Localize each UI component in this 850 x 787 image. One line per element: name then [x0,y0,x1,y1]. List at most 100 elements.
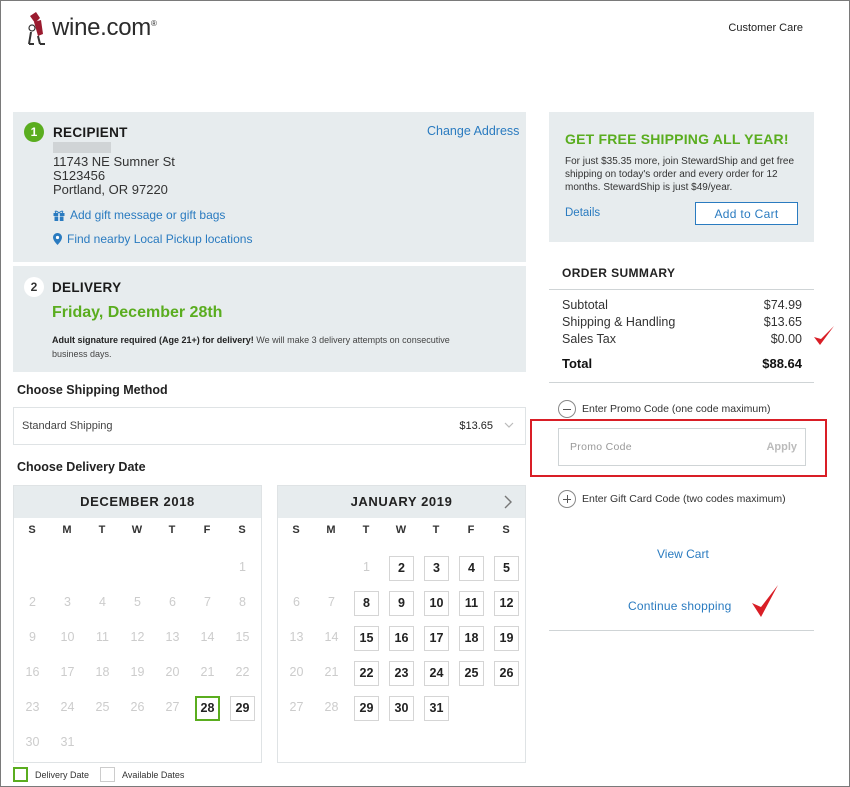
gift-card-toggle-label: Enter Gift Card Code (two codes maximum) [582,493,786,505]
promo-code-toggle[interactable]: Enter Promo Code (one code maximum) [558,400,771,418]
delivery-title: DELIVERY [52,280,122,295]
weekday-label: T [98,524,106,536]
chevron-right-icon[interactable] [503,495,513,509]
calendar-day-available[interactable]: 29 [354,696,379,721]
calendar-day-available[interactable]: 17 [424,626,449,651]
divider [549,630,814,631]
calendar-day-unavailable: 20 [165,665,180,679]
calendar-day-available[interactable]: 12 [494,591,519,616]
plus-icon [558,490,576,508]
calendar-day-unavailable: 13 [289,630,304,644]
apply-button[interactable]: Apply [766,441,797,453]
weekday-label: T [432,524,440,536]
calendar-day-unavailable: 22 [235,665,250,679]
gift-card-toggle[interactable]: Enter Gift Card Code (two codes maximum) [558,490,786,508]
calendar-day-available[interactable]: 24 [424,661,449,686]
minus-icon [558,400,576,418]
delivery-panel: 2 DELIVERY Friday, December 28th Adult s… [13,266,526,372]
calendar-day-unavailable: 1 [239,560,246,574]
delivery-note: Adult signature required (Age 21+) for d… [52,335,450,359]
pickup-locations-link[interactable]: Find nearby Local Pickup locations [53,232,252,246]
calendar-december: DECEMBER 2018 SMTWTFS 1 2 3 4 5 6 7 8 9 10 11 12 13 1… [13,485,262,763]
calendar-day-available[interactable]: 25 [459,661,484,686]
calendar-day-unavailable: 27 [165,700,180,714]
summary-row: Subtotal $74.99 [562,298,802,312]
view-cart-link[interactable]: View Cart [657,547,709,561]
divider [549,289,814,290]
add-to-cart-button[interactable]: Add to Cart [695,202,798,225]
recipient-panel: 1 RECIPIENT Change Address 11743 NE Sumn… [13,112,526,262]
gift-message-link[interactable]: Add gift message or gift bags [53,208,225,222]
summary-row: Shipping & Handling $13.65 [562,315,802,329]
calendar-day-unavailable: 7 [328,595,335,609]
calendar-day-available[interactable]: 2 [389,556,414,581]
calendar-day-available[interactable]: 22 [354,661,379,686]
weekday-label: W [395,524,407,536]
red-checkmark-icon [752,585,778,617]
calendar-day-available[interactable]: 4 [459,556,484,581]
calendar-day-unavailable: 31 [60,735,75,749]
wine-mascot-icon [28,12,45,45]
weekday-header: SMTWTFS [278,524,525,538]
calendar-day-unavailable: 27 [289,700,304,714]
legend-delivery-swatch [13,767,28,782]
weekday-label: M [62,524,72,536]
calendar-day-unavailable: 25 [95,700,110,714]
calendar-day-unavailable: 1 [363,560,370,574]
divider [549,382,814,383]
change-address-link[interactable]: Change Address [427,124,519,138]
calendar-january: JANUARY 2019 SMTWTFS 1 2 3 4 5 6 7 8 9 10 11 12 13 14… [277,485,526,763]
weekday-label: M [326,524,336,536]
delivery-date-heading: Choose Delivery Date [17,460,146,474]
calendar-legend: Delivery Date Available Dates [13,767,184,782]
calendar-day-unavailable: 17 [60,665,75,679]
calendar-day-available[interactable]: 10 [424,591,449,616]
calendar-day-unavailable: 21 [324,665,339,679]
pickup-link-label: Find nearby Local Pickup locations [67,232,253,246]
calendar-day-available[interactable]: 11 [459,591,484,616]
stewardship-title: GET FREE SHIPPING ALL YEAR! [565,131,789,147]
details-link[interactable]: Details [565,207,600,219]
calendar-day-unavailable: 6 [169,595,176,609]
summary-total-row: Total $88.64 [562,356,802,371]
calendar-day-available[interactable]: 16 [389,626,414,651]
calendar-day-unavailable: 21 [200,665,215,679]
promo-code-input[interactable]: Promo Code Apply [558,428,806,466]
calendar-day-available[interactable]: 15 [354,626,379,651]
calendar-day-available[interactable]: 5 [494,556,519,581]
calendar-day-available[interactable]: 26 [494,661,519,686]
calendar-day-unavailable: 3 [64,595,71,609]
calendar-day-available[interactable]: 8 [354,591,379,616]
calendar-day-available[interactable]: 30 [389,696,414,721]
calendar-day-unavailable: 26 [130,700,145,714]
calendar-day-unavailable: 9 [29,630,36,644]
calendar-day-available[interactable]: 31 [424,696,449,721]
recipient-name-redacted [53,142,111,153]
legend-available-swatch [100,767,116,782]
calendar-day-available[interactable]: 19 [494,626,519,651]
continue-shopping-link[interactable]: Continue shopping [628,599,731,613]
wine-logo[interactable]: wine.com® [26,10,157,46]
calendar-day-available[interactable]: 28 [195,696,220,721]
calendar-day-unavailable: 7 [204,595,211,609]
weekday-label: S [238,524,246,536]
customer-care-link[interactable]: Customer Care [728,22,803,34]
address-line: 11743 NE Sumner St [53,154,175,169]
legend-delivery-label: Delivery Date [35,769,90,780]
calendar-day-unavailable: 10 [60,630,75,644]
map-pin-icon [53,233,62,245]
weekday-label: F [203,524,211,536]
shipping-method-select[interactable]: Standard Shipping $13.65 [13,407,526,445]
address-line: S123456 [53,168,106,183]
calendar-day-available[interactable]: 18 [459,626,484,651]
calendar-day-unavailable: 16 [25,665,40,679]
weekday-label: S [28,524,36,536]
calendar-day-available[interactable]: 29 [230,696,255,721]
calendar-day-available[interactable]: 3 [424,556,449,581]
stewardship-panel: GET FREE SHIPPING ALL YEAR! For just $35… [549,112,814,242]
calendar-day-available[interactable]: 23 [389,661,414,686]
weekday-header: SMTWTFS [14,524,261,538]
shipping-heading: Choose Shipping Method [17,383,168,397]
calendar-day-available[interactable]: 9 [389,591,414,616]
calendar-day-unavailable: 14 [200,630,215,644]
